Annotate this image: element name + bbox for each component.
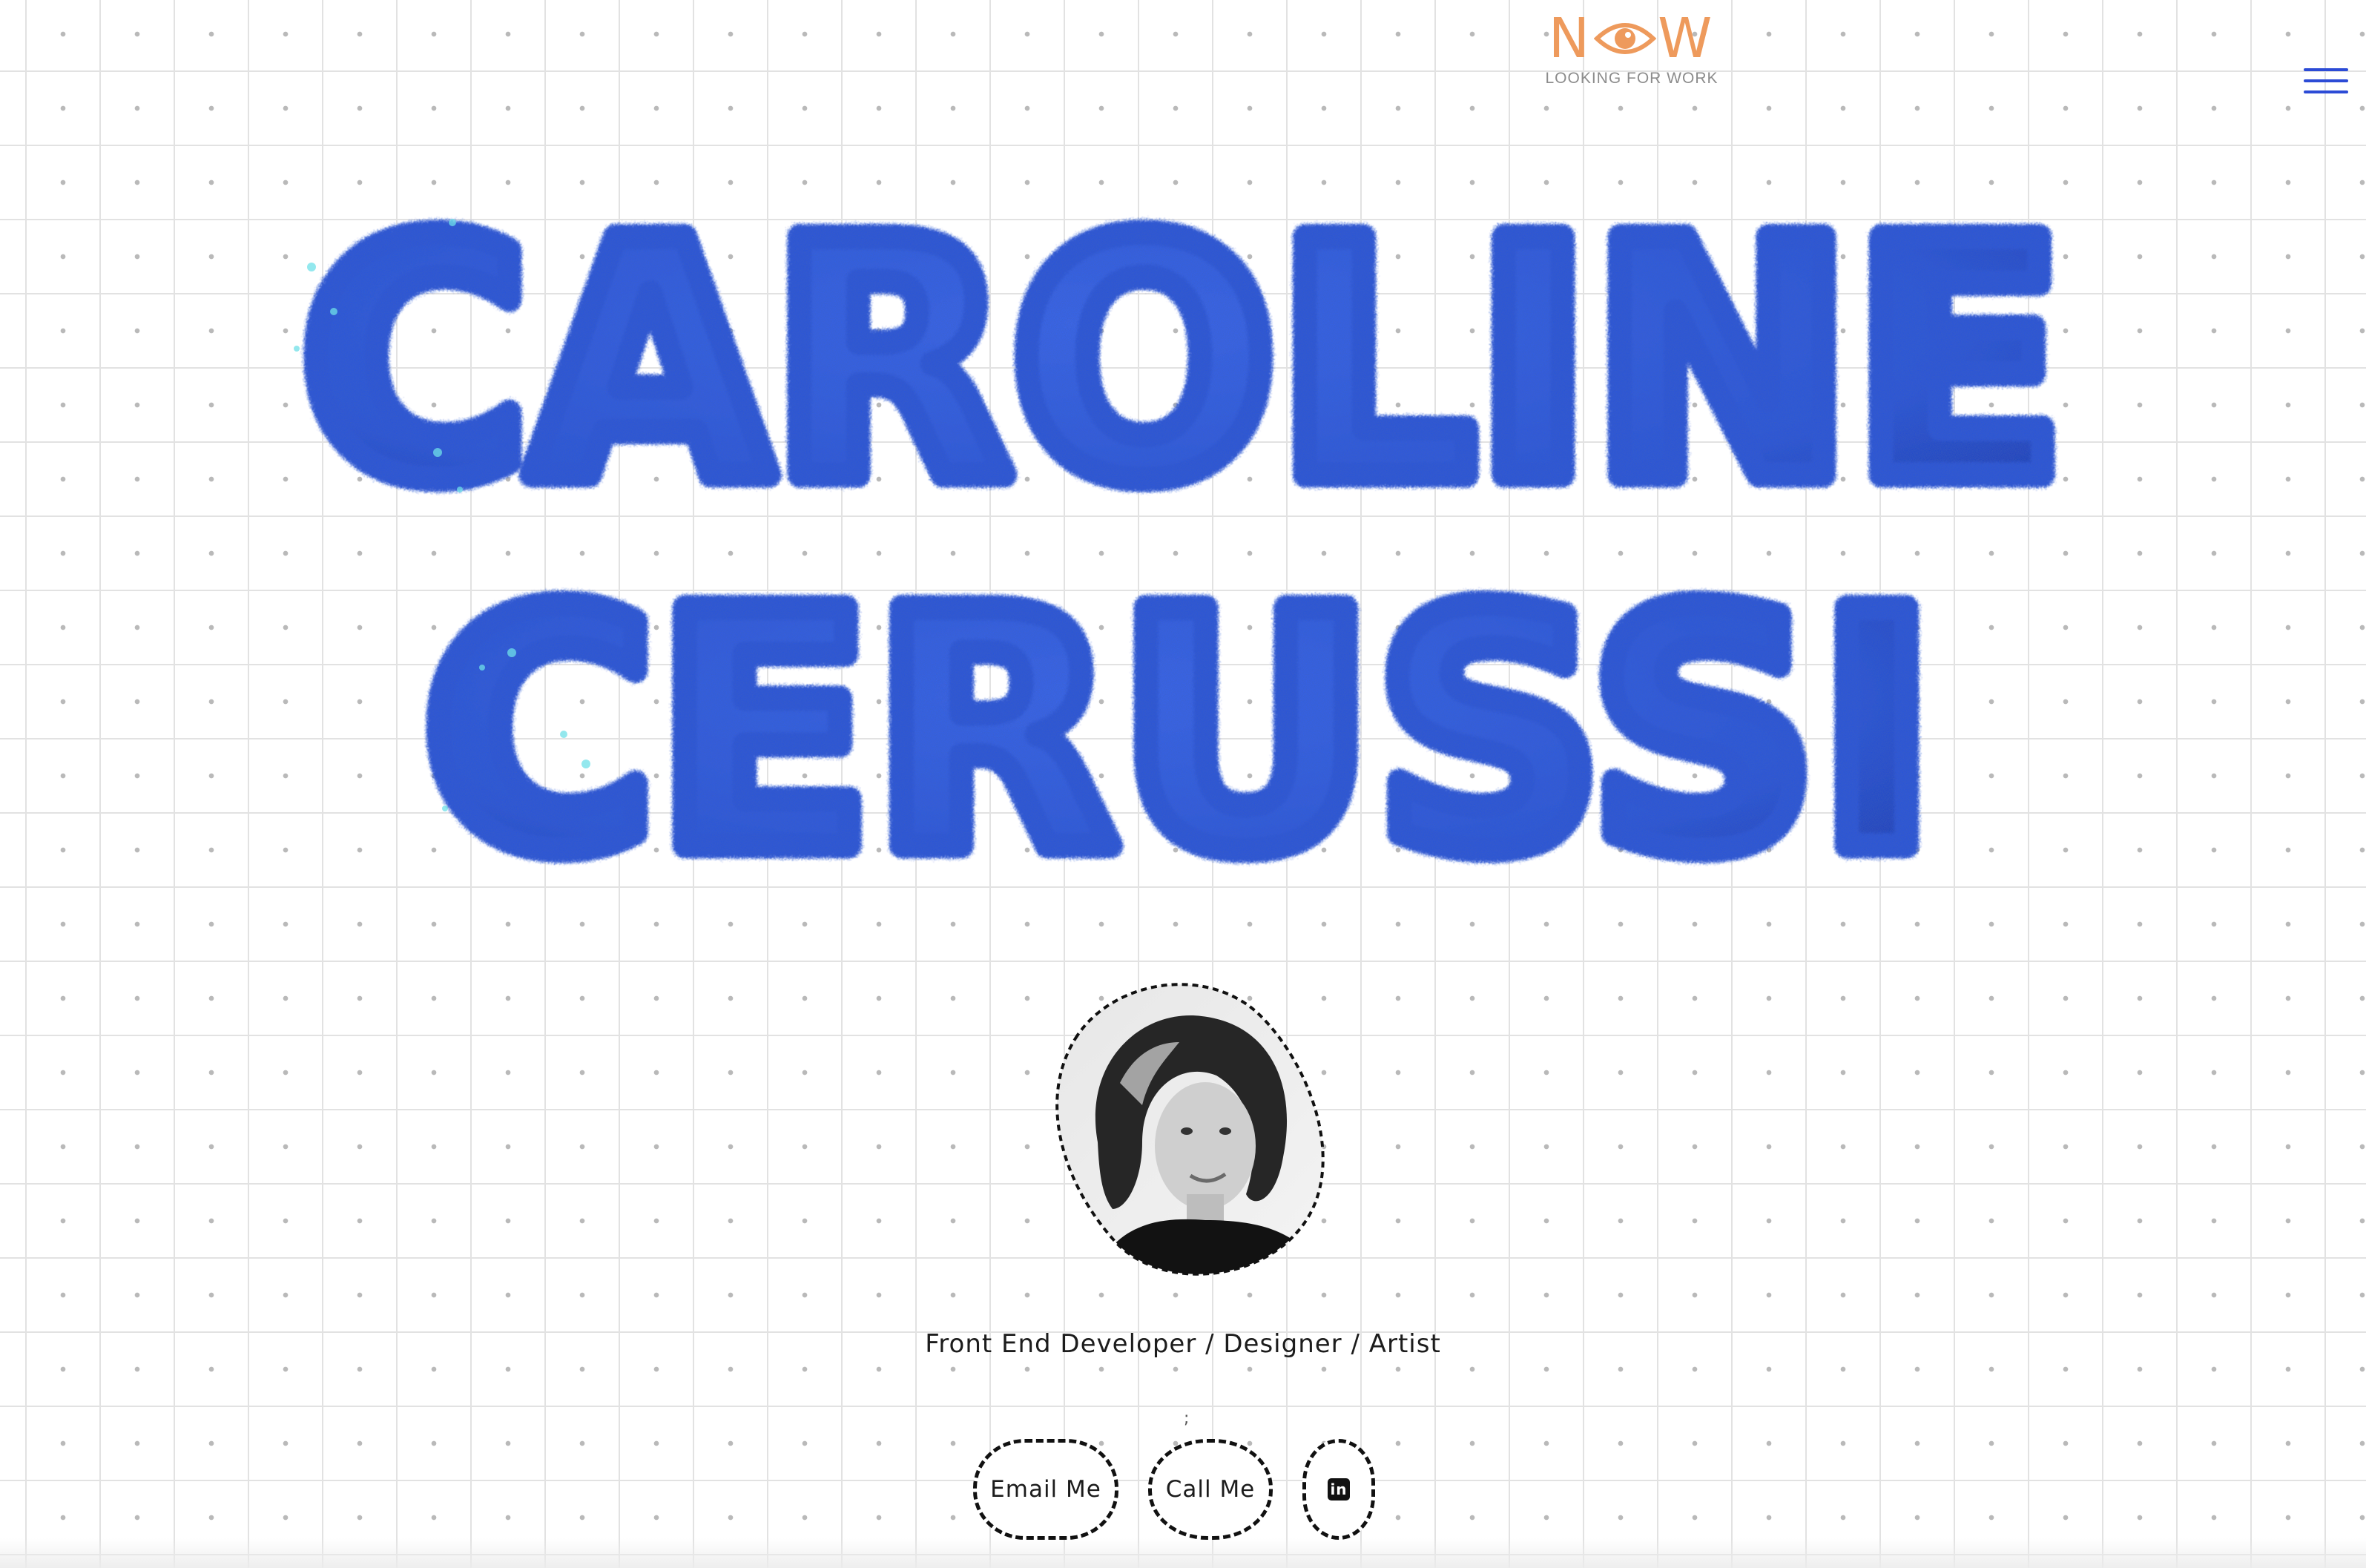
hero-name: CAROLINE CERUSSI <box>0 0 2366 890</box>
call-me-button[interactable]: Call Me <box>1148 1439 1273 1540</box>
profile-photo <box>1031 972 1342 1283</box>
name-line-second: CERUSSI <box>423 543 1936 890</box>
linkedin-icon: in <box>1328 1478 1350 1501</box>
fluffy-name-graphic: CAROLINE CERUSSI <box>288 159 2078 890</box>
bottom-fade <box>0 1538 2366 1568</box>
linkedin-button[interactable]: in <box>1302 1439 1375 1540</box>
name-line-first: CAROLINE <box>300 172 2066 552</box>
role-tagline: Front End Developer / Designer / Artist <box>925 1329 1441 1359</box>
call-me-label: Call Me <box>1165 1476 1256 1503</box>
avatar-blob <box>1055 983 1325 1276</box>
separator-mark: ; <box>1184 1409 1190 1428</box>
email-me-button[interactable]: Email Me <box>973 1439 1118 1540</box>
email-me-label: Email Me <box>990 1476 1101 1503</box>
